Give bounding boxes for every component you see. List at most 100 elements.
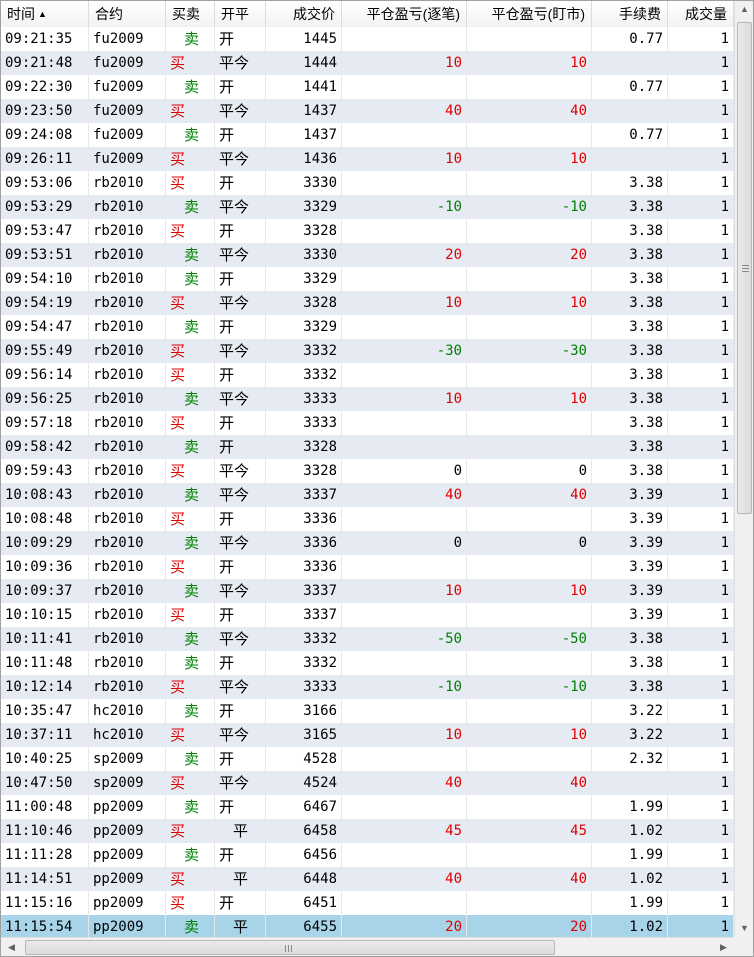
cell-side: 卖 [166,195,215,219]
table-row[interactable]: 09:53:06 rb2010 买开 3330 3.38 1 [1,171,734,195]
cell-open-close: 平今 [215,723,266,747]
table-row[interactable]: 09:53:47 rb2010 买开 3328 3.38 1 [1,219,734,243]
cell-time: 10:08:48 [1,507,89,531]
table-row[interactable]: 09:21:35 fu2009 卖开 1445 0.77 1 [1,27,734,51]
cell-open-close: 平 [215,867,266,891]
cell-pnl-trade: 10 [342,51,467,75]
table-row[interactable]: 09:59:43 rb2010 买平今 3328 0 0 3.38 1 [1,459,734,483]
header-price[interactable]: 成交价 [266,1,342,27]
header-time[interactable]: 时间 ▲ [1,1,89,27]
cell-volume: 1 [668,771,734,795]
table-row[interactable]: 09:26:11 fu2009 买平今 1436 10 10 1 [1,147,734,171]
table-row[interactable]: 09:56:25 rb2010 卖平今 3333 10 10 3.38 1 [1,387,734,411]
cell-open-close: 开 [215,651,266,675]
header-volume[interactable]: 成交量 [668,1,734,27]
table-row[interactable]: 10:11:41 rb2010 卖平今 3332 -50 -50 3.38 1 [1,627,734,651]
table-row[interactable]: 09:23:50 fu2009 买平今 1437 40 40 1 [1,99,734,123]
scroll-left-icon[interactable]: ◀ [3,938,20,956]
table-row[interactable]: 11:11:28 pp2009 卖开 6456 1.99 1 [1,843,734,867]
cell-time: 09:24:08 [1,123,89,147]
cell-pnl-mtm: -50 [467,627,592,651]
cell-time: 10:09:36 [1,555,89,579]
cell-pnl-trade: 0 [342,459,467,483]
table-row[interactable]: 09:58:42 rb2010 卖开 3328 3.38 1 [1,435,734,459]
cell-price: 3337 [266,483,342,507]
table-row[interactable]: 11:14:51 pp2009 买平 6448 40 40 1.02 1 [1,867,734,891]
header-side[interactable]: 买卖 [166,1,215,27]
scroll-up-icon[interactable]: ▲ [735,1,753,18]
cell-fee: 2.32 [592,747,668,771]
horizontal-scroll-thumb[interactable] [25,940,555,955]
header-pnl-mtm[interactable]: 平仓盈亏(盯市) [467,1,592,27]
cell-contract: rb2010 [89,315,166,339]
cell-time: 11:14:51 [1,867,89,891]
vertical-scrollbar[interactable]: ▲ ▼ [734,1,753,937]
table-row[interactable]: 10:47:50 sp2009 买平今 4524 40 40 1 [1,771,734,795]
table-row[interactable]: 09:54:10 rb2010 卖开 3329 3.38 1 [1,267,734,291]
cell-volume: 1 [668,627,734,651]
cell-side: 买 [166,891,215,915]
header-fee[interactable]: 手续费 [592,1,668,27]
cell-open-close: 开 [215,747,266,771]
vertical-scroll-thumb[interactable] [737,22,752,514]
cell-contract: rb2010 [89,483,166,507]
cell-fee: 1.02 [592,915,668,939]
table-row[interactable]: 10:09:37 rb2010 卖平今 3337 10 10 3.39 1 [1,579,734,603]
table-row[interactable]: 09:54:47 rb2010 卖开 3329 3.38 1 [1,315,734,339]
scroll-down-icon[interactable]: ▼ [735,920,753,937]
cell-side: 买 [166,171,215,195]
cell-fee: 3.38 [592,675,668,699]
table-row[interactable]: 11:00:48 pp2009 卖开 6467 1.99 1 [1,795,734,819]
header-open-close[interactable]: 开平 [215,1,266,27]
table-row[interactable]: 10:09:29 rb2010 卖平今 3336 0 0 3.39 1 [1,531,734,555]
cell-side: 买 [166,147,215,171]
cell-open-close: 开 [215,363,266,387]
cell-volume: 1 [668,675,734,699]
table-row[interactable]: 10:37:11 hc2010 买平今 3165 10 10 3.22 1 [1,723,734,747]
cell-time: 09:54:19 [1,291,89,315]
table-row[interactable]: 10:08:43 rb2010 卖平今 3337 40 40 3.39 1 [1,483,734,507]
horizontal-scrollbar[interactable]: ◀ ▶ [1,937,734,956]
table-row[interactable]: 10:40:25 sp2009 卖开 4528 2.32 1 [1,747,734,771]
scroll-right-icon[interactable]: ▶ [715,938,732,956]
table-row[interactable]: 09:54:19 rb2010 买平今 3328 10 10 3.38 1 [1,291,734,315]
table-row[interactable]: 10:12:14 rb2010 买平今 3333 -10 -10 3.38 1 [1,675,734,699]
table-row[interactable]: 11:15:54 pp2009 卖平 6455 20 20 1.02 1 [1,915,734,939]
cell-pnl-mtm [467,27,592,51]
cell-side: 卖 [166,747,215,771]
table-row[interactable]: 10:10:15 rb2010 买开 3337 3.39 1 [1,603,734,627]
table-row[interactable]: 09:55:49 rb2010 买平今 3332 -30 -30 3.38 1 [1,339,734,363]
table-row[interactable]: 09:53:29 rb2010 卖平今 3329 -10 -10 3.38 1 [1,195,734,219]
table-row[interactable]: 10:09:36 rb2010 买开 3336 3.39 1 [1,555,734,579]
cell-pnl-trade: -10 [342,675,467,699]
table-row[interactable]: 09:57:18 rb2010 买开 3333 3.38 1 [1,411,734,435]
cell-side: 卖 [166,27,215,51]
table-row[interactable]: 09:56:14 rb2010 买开 3332 3.38 1 [1,363,734,387]
cell-pnl-trade: 40 [342,483,467,507]
cell-contract: fu2009 [89,27,166,51]
cell-contract: rb2010 [89,243,166,267]
cell-pnl-mtm [467,891,592,915]
cell-pnl-trade [342,603,467,627]
cell-side: 卖 [166,531,215,555]
cell-price: 3333 [266,675,342,699]
header-contract[interactable]: 合约 [89,1,166,27]
table-row[interactable]: 10:11:48 rb2010 卖开 3332 3.38 1 [1,651,734,675]
table-row[interactable]: 09:21:48 fu2009 买平今 1444 10 10 1 [1,51,734,75]
table-row[interactable]: 10:35:47 hc2010 卖开 3166 3.22 1 [1,699,734,723]
header-pnl-trade[interactable]: 平仓盈亏(逐笔) [342,1,467,27]
table-row[interactable]: 09:24:08 fu2009 卖开 1437 0.77 1 [1,123,734,147]
table-row[interactable]: 09:22:30 fu2009 卖开 1441 0.77 1 [1,75,734,99]
table-row[interactable]: 09:53:51 rb2010 卖平今 3330 20 20 3.38 1 [1,243,734,267]
cell-fee: 3.38 [592,315,668,339]
grip-line [291,945,292,952]
cell-pnl-mtm [467,651,592,675]
table-row[interactable]: 11:15:16 pp2009 买开 6451 1.99 1 [1,891,734,915]
cell-contract: hc2010 [89,723,166,747]
cell-pnl-trade [342,363,467,387]
cell-open-close: 开 [215,795,266,819]
table-row[interactable]: 10:08:48 rb2010 买开 3336 3.39 1 [1,507,734,531]
table-row[interactable]: 11:10:46 pp2009 买平 6458 45 45 1.02 1 [1,819,734,843]
cell-contract: pp2009 [89,867,166,891]
cell-open-close: 平今 [215,459,266,483]
